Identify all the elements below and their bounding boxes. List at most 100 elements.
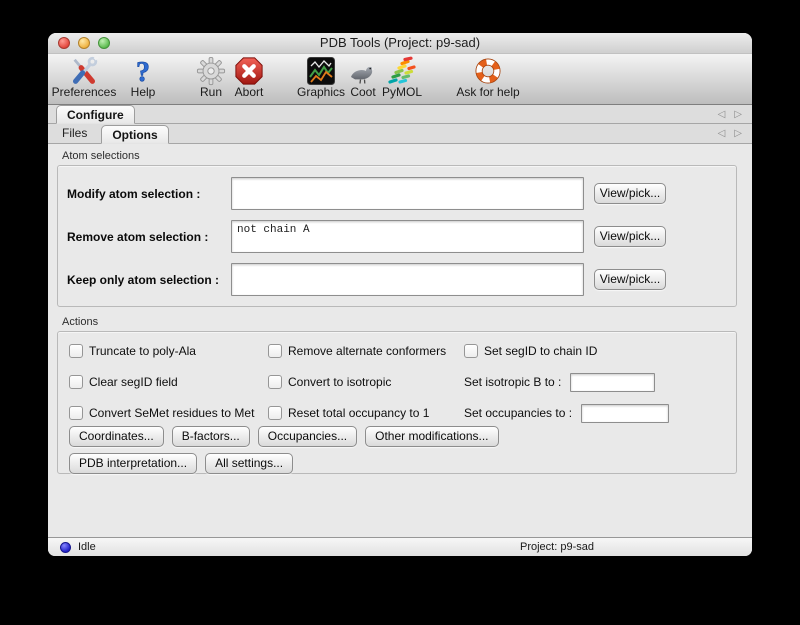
pdb-tools-window: PDB Tools (Project: p9-sad) Preferences … <box>48 33 752 556</box>
scroll-right-icon[interactable]: ▷ <box>734 128 742 139</box>
view-pick-button-keep-only[interactable]: View/pick... <box>594 269 666 290</box>
molecule-graphics-icon <box>307 55 335 86</box>
remove-selection-label: Remove atom selection : <box>67 230 231 244</box>
toolbar-label: PyMOL <box>382 86 422 99</box>
pymol-button[interactable]: PyMOL <box>380 55 424 99</box>
set-occupancies-row: Set occupancies to : <box>464 404 736 422</box>
status-bar: Idle Project: p9-sad <box>48 537 752 556</box>
checkbox-label: Convert to isotropic <box>288 375 391 389</box>
keep-only-selection-row: Keep only atom selection : View/pick... <box>67 263 736 296</box>
checkbox-box-icon[interactable] <box>69 344 83 358</box>
keep-only-selection-label: Keep only atom selection : <box>67 273 231 287</box>
tab-scroll-arrows: ◁ ▷ <box>718 105 742 123</box>
occupancies-button[interactable]: Occupancies... <box>258 426 357 447</box>
checkbox-box-icon[interactable] <box>268 375 282 389</box>
tab-strip-configure: Configure ◁ ▷ <box>48 105 752 124</box>
options-panel: Atom selections Modify atom selection : … <box>48 144 752 537</box>
modify-selection-row: Modify atom selection : View/pick... <box>67 177 736 210</box>
actions-group-label: Actions <box>62 316 752 328</box>
desktop: { "window": { "title": "PDB Tools (Proje… <box>0 0 800 625</box>
tab-options[interactable]: Options <box>101 125 168 144</box>
ask-for-help-button[interactable]: Ask for help <box>456 55 520 99</box>
project-label: Project: p9-sad <box>520 541 594 553</box>
remove-selection-input[interactable]: not chain A <box>231 220 584 253</box>
scroll-left-icon[interactable]: ◁ <box>718 109 726 120</box>
abort-button[interactable]: Abort <box>231 55 267 99</box>
run-button[interactable]: Run <box>192 55 230 99</box>
coot-button[interactable]: Coot <box>346 55 380 99</box>
checkbox-reset-total-occupancy[interactable]: Reset total occupancy to 1 <box>268 404 464 422</box>
scroll-right-icon[interactable]: ▷ <box>734 109 742 120</box>
b-factors-button[interactable]: B-factors... <box>172 426 250 447</box>
other-modifications-button[interactable]: Other modifications... <box>365 426 498 447</box>
checkbox-label: Clear segID field <box>89 375 178 389</box>
toolbar-label: Abort <box>235 86 264 99</box>
toolbar-label: Help <box>131 86 156 99</box>
checkbox-label: Reset total occupancy to 1 <box>288 406 429 420</box>
window-title: PDB Tools (Project: p9-sad) <box>48 33 752 53</box>
modify-selection-input[interactable] <box>231 177 584 210</box>
checkbox-remove-alternate-conformers[interactable]: Remove alternate conformers <box>268 342 464 360</box>
all-settings-button[interactable]: All settings... <box>205 453 293 474</box>
set-occupancies-input[interactable] <box>581 404 669 423</box>
zoom-button[interactable] <box>98 37 110 49</box>
actions-group: Truncate to poly-Ala Remove alternate co… <box>57 331 737 474</box>
toolbar-label: Graphics <box>297 86 345 99</box>
checkbox-set-segid-to-chain-id[interactable]: Set segID to chain ID <box>464 342 736 360</box>
minimize-button[interactable] <box>78 37 90 49</box>
toolbar-label: Coot <box>350 86 375 99</box>
svg-text:?: ? <box>136 57 150 86</box>
gear-icon <box>196 55 226 86</box>
traffic-lights <box>58 37 110 49</box>
coordinates-button[interactable]: Coordinates... <box>69 426 164 447</box>
atom-selections-group-label: Atom selections <box>62 150 752 162</box>
lifebuoy-icon <box>473 55 503 86</box>
set-isotropic-b-input[interactable] <box>570 373 655 392</box>
checkbox-label: Set segID to chain ID <box>484 344 597 358</box>
checkbox-label: Convert SeMet residues to Met <box>89 406 254 420</box>
set-isotropic-b-label: Set isotropic B to : <box>464 375 561 389</box>
preferences-button[interactable]: Preferences <box>52 55 116 99</box>
status-text: Idle <box>78 541 96 553</box>
set-isotropic-b-row: Set isotropic B to : <box>464 373 736 391</box>
toolbar-label: Preferences <box>52 86 117 99</box>
checkbox-truncate-to-poly-ala[interactable]: Truncate to poly-Ala <box>69 342 268 360</box>
graphics-button[interactable]: Graphics <box>296 55 346 99</box>
checkbox-label: Remove alternate conformers <box>288 344 446 358</box>
toolbar-label: Run <box>200 86 222 99</box>
actions-button-row-2: PDB interpretation... All settings... <box>69 453 736 474</box>
tab-files[interactable]: Files <box>56 124 93 143</box>
checkbox-box-icon[interactable] <box>464 344 478 358</box>
actions-checkbox-grid: Truncate to poly-Ala Remove alternate co… <box>69 342 736 422</box>
remove-selection-row: Remove atom selection : not chain A View… <box>67 220 736 253</box>
actions-button-row-1: Coordinates... B-factors... Occupancies.… <box>69 426 736 447</box>
view-pick-button-remove[interactable]: View/pick... <box>594 226 666 247</box>
pymol-ribbon-icon <box>387 55 417 86</box>
question-mark-icon: ? <box>131 55 155 86</box>
checkbox-box-icon[interactable] <box>268 406 282 420</box>
title-bar: PDB Tools (Project: p9-sad) <box>48 33 752 54</box>
abort-x-icon <box>234 55 264 86</box>
pdb-interpretation-button[interactable]: PDB interpretation... <box>69 453 197 474</box>
scroll-left-icon[interactable]: ◁ <box>718 128 726 139</box>
checkbox-clear-segid-field[interactable]: Clear segID field <box>69 373 268 391</box>
toolbar-label: Ask for help <box>456 86 519 99</box>
help-button[interactable]: ? Help <box>124 55 162 99</box>
modify-selection-label: Modify atom selection : <box>67 187 231 201</box>
close-button[interactable] <box>58 37 70 49</box>
checkbox-box-icon[interactable] <box>69 406 83 420</box>
tab-strip-files-options: Files Options ◁ ▷ <box>48 124 752 144</box>
atom-selections-group: Modify atom selection : View/pick... Rem… <box>57 165 737 307</box>
toolbar: Preferences ? Help <box>48 54 752 105</box>
checkbox-box-icon[interactable] <box>69 375 83 389</box>
keep-only-selection-input[interactable] <box>231 263 584 296</box>
checkbox-box-icon[interactable] <box>268 344 282 358</box>
view-pick-button-modify[interactable]: View/pick... <box>594 183 666 204</box>
checkbox-convert-semet-residues-to-met[interactable]: Convert SeMet residues to Met <box>69 404 268 422</box>
tab-configure[interactable]: Configure <box>56 105 135 124</box>
status-indicator-icon <box>60 542 71 553</box>
checkbox-label: Truncate to poly-Ala <box>89 344 196 358</box>
set-occupancies-label: Set occupancies to : <box>464 406 572 420</box>
checkbox-convert-to-isotropic[interactable]: Convert to isotropic <box>268 373 464 391</box>
tools-icon <box>69 55 99 86</box>
